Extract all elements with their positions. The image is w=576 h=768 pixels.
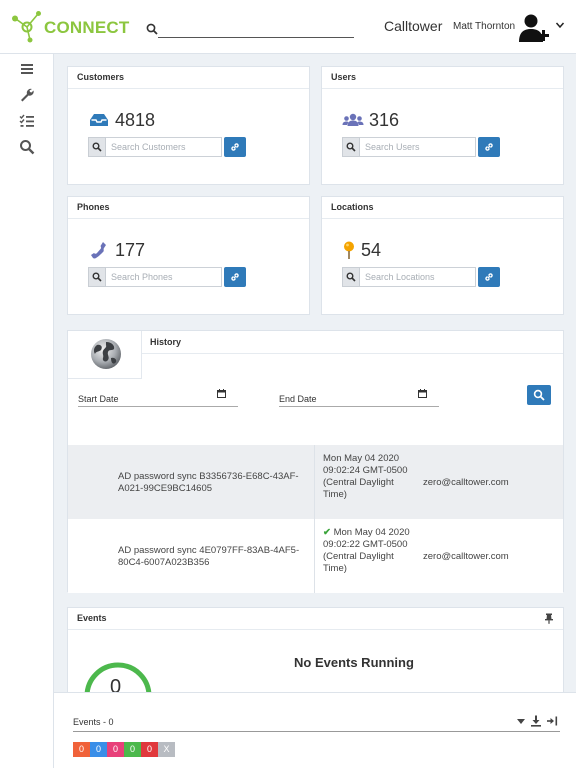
history-search-button[interactable] (527, 385, 551, 405)
link-icon (231, 273, 239, 281)
customers-search-button[interactable] (88, 137, 106, 157)
start-date-label: Start Date (78, 394, 119, 404)
search-icon (346, 272, 356, 282)
locations-panel: Locations 54 (321, 196, 564, 315)
history-email: zero@calltower.com (423, 477, 509, 488)
search-icon[interactable] (19, 139, 35, 155)
menu-icon[interactable] (19, 61, 35, 77)
badge-blue[interactable]: 0 (90, 742, 107, 757)
connect-logo[interactable]: CONNECT (10, 10, 150, 46)
search-icon (92, 142, 102, 152)
download-icon[interactable] (530, 715, 542, 727)
search-icon (346, 142, 356, 152)
search-icon (92, 272, 102, 282)
user-name[interactable]: Matt Thornton (453, 21, 515, 32)
phones-count: 177 (115, 240, 146, 260)
global-search[interactable] (146, 18, 354, 40)
users-link-button[interactable] (478, 137, 500, 157)
pin-icon[interactable] (544, 613, 554, 624)
phone-icon (91, 242, 106, 259)
wrench-icon[interactable] (19, 87, 35, 103)
history-description: AD password sync 4E0797FF-83AB-4AF5-80C4… (118, 545, 300, 568)
panel-title: Events (68, 608, 563, 630)
inbox-icon (90, 114, 108, 126)
start-date-field[interactable]: Start Date (78, 387, 238, 407)
locations-search (342, 267, 500, 287)
divider (142, 353, 563, 354)
badge-pink[interactable]: 0 (107, 742, 124, 757)
history-date-text: Mon May 04 2020 09:02:22 GMT-0500 (Centr… (323, 527, 410, 574)
phones-search (88, 267, 246, 287)
add-user-icon[interactable] (518, 12, 550, 44)
users-search-button[interactable] (342, 137, 360, 157)
brand-name: Calltower (384, 18, 443, 34)
history-panel: History Start Date End Date AD password … (67, 330, 564, 593)
chevron-down-icon[interactable] (555, 20, 565, 30)
phones-link-button[interactable] (224, 267, 246, 287)
panel-title: Locations (322, 197, 563, 219)
badge-green[interactable]: 0 (124, 742, 141, 757)
calendar-icon[interactable] (217, 389, 226, 398)
divider (73, 731, 560, 732)
phones-panel: Phones 177 (67, 196, 310, 315)
badge-red[interactable]: 0 (141, 742, 158, 757)
locations-link-button[interactable] (478, 267, 500, 287)
events-footer: Events - 0 0 0 0 0 0 X (54, 692, 576, 768)
caret-down-icon[interactable] (516, 716, 526, 726)
end-date-field[interactable]: End Date (279, 387, 439, 407)
users-search-input[interactable] (360, 137, 476, 157)
panel-title: Users (322, 67, 563, 89)
link-icon (231, 143, 239, 151)
clear-badges-button[interactable]: X (158, 742, 175, 757)
history-email: zero@calltower.com (423, 551, 509, 562)
history-row[interactable]: AD password sync 4E0797FF-83AB-4AF5-80C4… (68, 519, 563, 593)
no-events-message: No Events Running (294, 655, 414, 670)
locations-count: 54 (361, 240, 382, 260)
logo-text: CONNECT (44, 18, 130, 37)
globe-icon (91, 339, 121, 369)
badge-orange[interactable]: 0 (73, 742, 90, 757)
users-count: 316 (369, 110, 400, 130)
event-badges: 0 0 0 0 0 X (73, 742, 175, 757)
footer-controls (516, 715, 560, 727)
sidebar (0, 54, 54, 768)
global-search-input[interactable] (158, 37, 354, 38)
link-icon (485, 273, 493, 281)
customers-panel: Customers 4818 (67, 66, 310, 185)
events-count-label: Events - 0 (73, 717, 114, 727)
customers-search (88, 137, 246, 157)
divider (314, 445, 315, 519)
customers-search-input[interactable] (106, 137, 222, 157)
history-date: ✔ Mon May 04 2020 09:02:22 GMT-0500 (Cen… (323, 527, 411, 575)
collapse-icon[interactable] (546, 715, 558, 727)
locations-search-input[interactable] (360, 267, 476, 287)
checklist-icon[interactable] (19, 113, 35, 129)
search-icon (533, 389, 545, 401)
connect-logo-icon (12, 11, 41, 43)
history-title: History (150, 337, 182, 347)
end-date-label: End Date (279, 394, 317, 404)
customers-count: 4818 (115, 110, 156, 130)
history-row[interactable]: AD password sync B3356736-E68C-43AF-A021… (68, 445, 563, 519)
history-date-text: Mon May 04 2020 09:02:24 GMT-0500 (Centr… (323, 453, 408, 500)
panel-title: Phones (68, 197, 309, 219)
events-gauge: 0 (82, 656, 154, 696)
panel-title: Customers (68, 67, 309, 89)
top-header: CONNECT Calltower Matt Thornton (0, 0, 576, 54)
locations-search-button[interactable] (342, 267, 360, 287)
check-icon: ✔ (323, 527, 331, 538)
calendar-icon[interactable] (418, 389, 427, 398)
link-icon (485, 143, 493, 151)
search-icon (146, 23, 158, 35)
divider (314, 519, 315, 593)
phones-search-input[interactable] (106, 267, 222, 287)
history-tab[interactable] (68, 331, 142, 379)
history-date: Mon May 04 2020 09:02:24 GMT-0500 (Centr… (323, 453, 411, 501)
phones-search-button[interactable] (88, 267, 106, 287)
users-icon (342, 113, 364, 126)
users-panel: Users 316 (321, 66, 564, 185)
customers-link-button[interactable] (224, 137, 246, 157)
history-description: AD password sync B3356736-E68C-43AF-A021… (118, 471, 299, 494)
users-search (342, 137, 500, 157)
